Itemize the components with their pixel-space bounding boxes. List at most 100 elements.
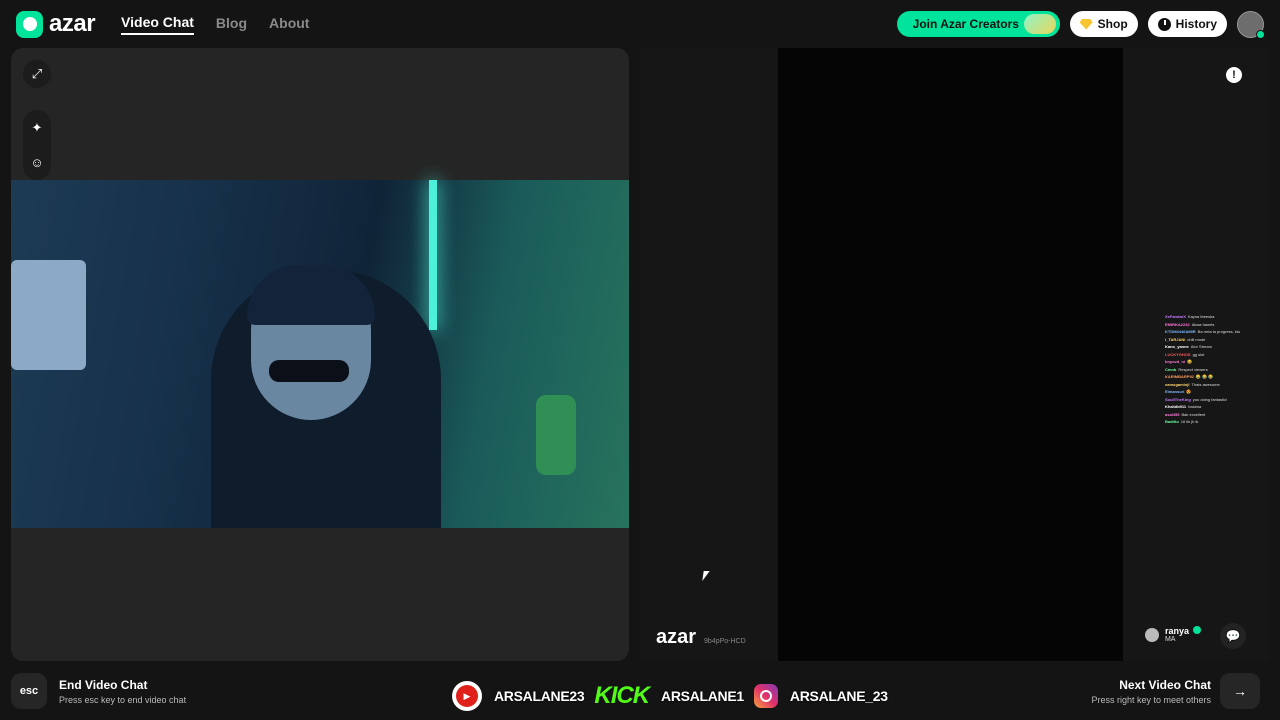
instagram-icon [753,684,778,708]
chat-username: Elmansuri [1165,389,1185,394]
chat-line: KTDM4446AMIR Ba mrta la progress, ktu [1165,329,1260,335]
top-bar: azar Video Chat Blog About Join Azar Cre… [0,0,1280,48]
microphone [536,395,576,475]
stream-chat-overlay: XxFandarX Kayna tbeeska EMIRKA2232 Akwa haw… [1165,314,1260,425]
bottom-bar: esc End Video Chat Press esc key to end … [0,668,1280,720]
chat-message: Bak excellent [1181,411,1206,417]
partner-info[interactable]: ranya MA [1144,626,1201,643]
chat-message: Ba mrta la progress, ktu [1197,329,1241,334]
next-chat-button[interactable]: → [1220,673,1260,709]
end-chat-subtitle: Press esc key to end video chat [59,695,187,705]
end-chat-title: End Video Chat [59,678,148,692]
kick-handle: ARSALANE1 [661,688,744,704]
shop-button[interactable]: Shop [1069,11,1138,37]
shop-label: Shop [1097,17,1128,31]
chat-message: Respect viewers [1178,366,1208,372]
partner-country: MA [1164,636,1176,643]
history-label: History [1175,17,1217,31]
chat-message: you doing fantastic! [1192,396,1228,402]
chat-line: xamogaminjl Thats awesome [1165,382,1260,388]
kick-logo: KICK [594,682,650,709]
sticker-face-icon[interactable]: ☺ [23,148,51,176]
azar-wordmark: azar [49,10,96,37]
chat-line: bnyovd_ni 😂 [1165,359,1260,365]
next-chat-subtitle: Press right key to meet others [1091,695,1211,705]
main-nav: Video Chat Blog About [121,14,309,35]
chat-username: asal455 [1165,411,1180,417]
chat-message: hasbna [1188,404,1202,409]
youtube-icon: ▶ [452,681,482,711]
header-actions: Join Azar Creators Shop History [896,10,1265,39]
neon-light [429,180,437,330]
chat-message: Akwa hawrts [1191,321,1215,327]
profile-avatar[interactable] [1237,10,1265,39]
my-video-panel: ⤢ ✦ ☺ [11,48,629,661]
chat-username: Baditto [1165,419,1179,424]
chat-line: LUCKYGHOS gg slot [1165,352,1260,358]
chat-username: KTDM4446AMIR [1165,329,1196,334]
next-chat-title: Next Video Chat [1119,678,1211,692]
chat-bubble-icon[interactable]: 💬 [1220,623,1246,649]
chat-line: Kano_yanne Alor Stream [1165,344,1260,350]
chat-username: LUCKYGHOS [1165,351,1191,357]
chat-message: 😍 [1186,389,1192,394]
join-creators-button[interactable]: Join Azar Creators [896,11,1060,37]
history-button[interactable]: History [1147,11,1227,37]
partner-avatar [1144,627,1159,642]
chat-message: 😂 [1187,359,1192,364]
effects-toolbar: ✦ ☺ [23,110,51,180]
chat-line: SoullTheKing you doing fantastic! [1165,397,1260,403]
chat-message: 😂 😂 😂 [1195,374,1214,379]
chat-message: 16 lik jh ik [1180,419,1199,424]
chat-message: Thats awesome [1191,381,1220,387]
chat-username: Khalidb911 [1165,404,1187,409]
expand-icon[interactable]: ⤢ [23,60,51,88]
azar-logo-mark-icon [16,10,43,38]
partner-name: ranya [1164,626,1189,636]
sparkle-effects-icon[interactable]: ✦ [23,114,51,142]
chat-line: EMIRKA2232 Akwa hawrts [1165,322,1260,328]
end-chat-button[interactable]: esc [11,673,47,709]
chat-line: XxFandarX Kayna tbeeska [1165,314,1260,320]
end-chat-hint: End Video Chat Press esc key to end vide… [59,678,186,705]
chat-username: xamogaminjl [1165,381,1190,387]
chat-message: Kayna tbeeska [1187,314,1215,319]
chat-line: I_TARJANI chill mode [1165,337,1260,343]
chat-username: XxFandarX [1165,314,1186,319]
chat-username: EMIRKA2232 [1165,321,1190,327]
streamer-socials-overlay: ▶ ARSALANE23 KICK ARSALANE1 ARSALANE_23 [452,681,898,711]
nav-video-chat[interactable]: Video Chat [121,14,194,35]
youtube-handle: ARSALANE23 [494,688,585,704]
chat-username: Cmnb [1165,366,1177,372]
watermark-text: azar [656,626,697,648]
remote-camera-feed [778,48,1123,661]
chat-line: Baditto 16 lik jh ik [1165,419,1260,425]
video-tools: ⤢ ✦ ☺ [23,60,51,180]
chat-message: chill mode [1187,336,1206,342]
chat-username: I_TARJANI [1165,336,1186,342]
jersey-decor [11,260,86,370]
azar-watermark: azar 9b4pPo-HCD [656,626,746,649]
nav-about[interactable]: About [269,15,309,34]
nav-blog[interactable]: Blog [216,15,247,34]
session-id: 9b4pPo-HCD [704,638,746,645]
instagram-handle: ARSALANE_23 [789,688,888,704]
join-creators-label: Join Azar Creators [912,17,1019,31]
remote-video-panel: ! XxFandarX Kayna tbeeska EMIRKA2232 Akwa h… [640,48,1269,661]
verified-icon [1193,626,1201,634]
chat-message: gg slot [1192,351,1205,357]
chat-line: Elmansuri 😍 [1165,389,1260,395]
chat-line: asal455 Bak excellent [1165,412,1260,418]
chat-username: SoullTheKing [1165,396,1191,402]
clock-icon [1157,17,1171,31]
chat-message: Alor Stream [1190,344,1212,349]
chat-line: KARIMBARP92 😂 😂 😂 [1165,374,1260,380]
chat-username: Kano_yanne [1165,344,1189,349]
online-status-dot [1256,29,1265,39]
azar-logo[interactable]: azar [16,10,96,38]
creators-badge-icon [1023,14,1056,34]
report-shield-icon[interactable]: ! [1226,67,1242,83]
gem-icon [1079,18,1093,30]
my-camera-feed [11,180,629,528]
chat-username: KARIMBARP92 [1165,374,1194,379]
